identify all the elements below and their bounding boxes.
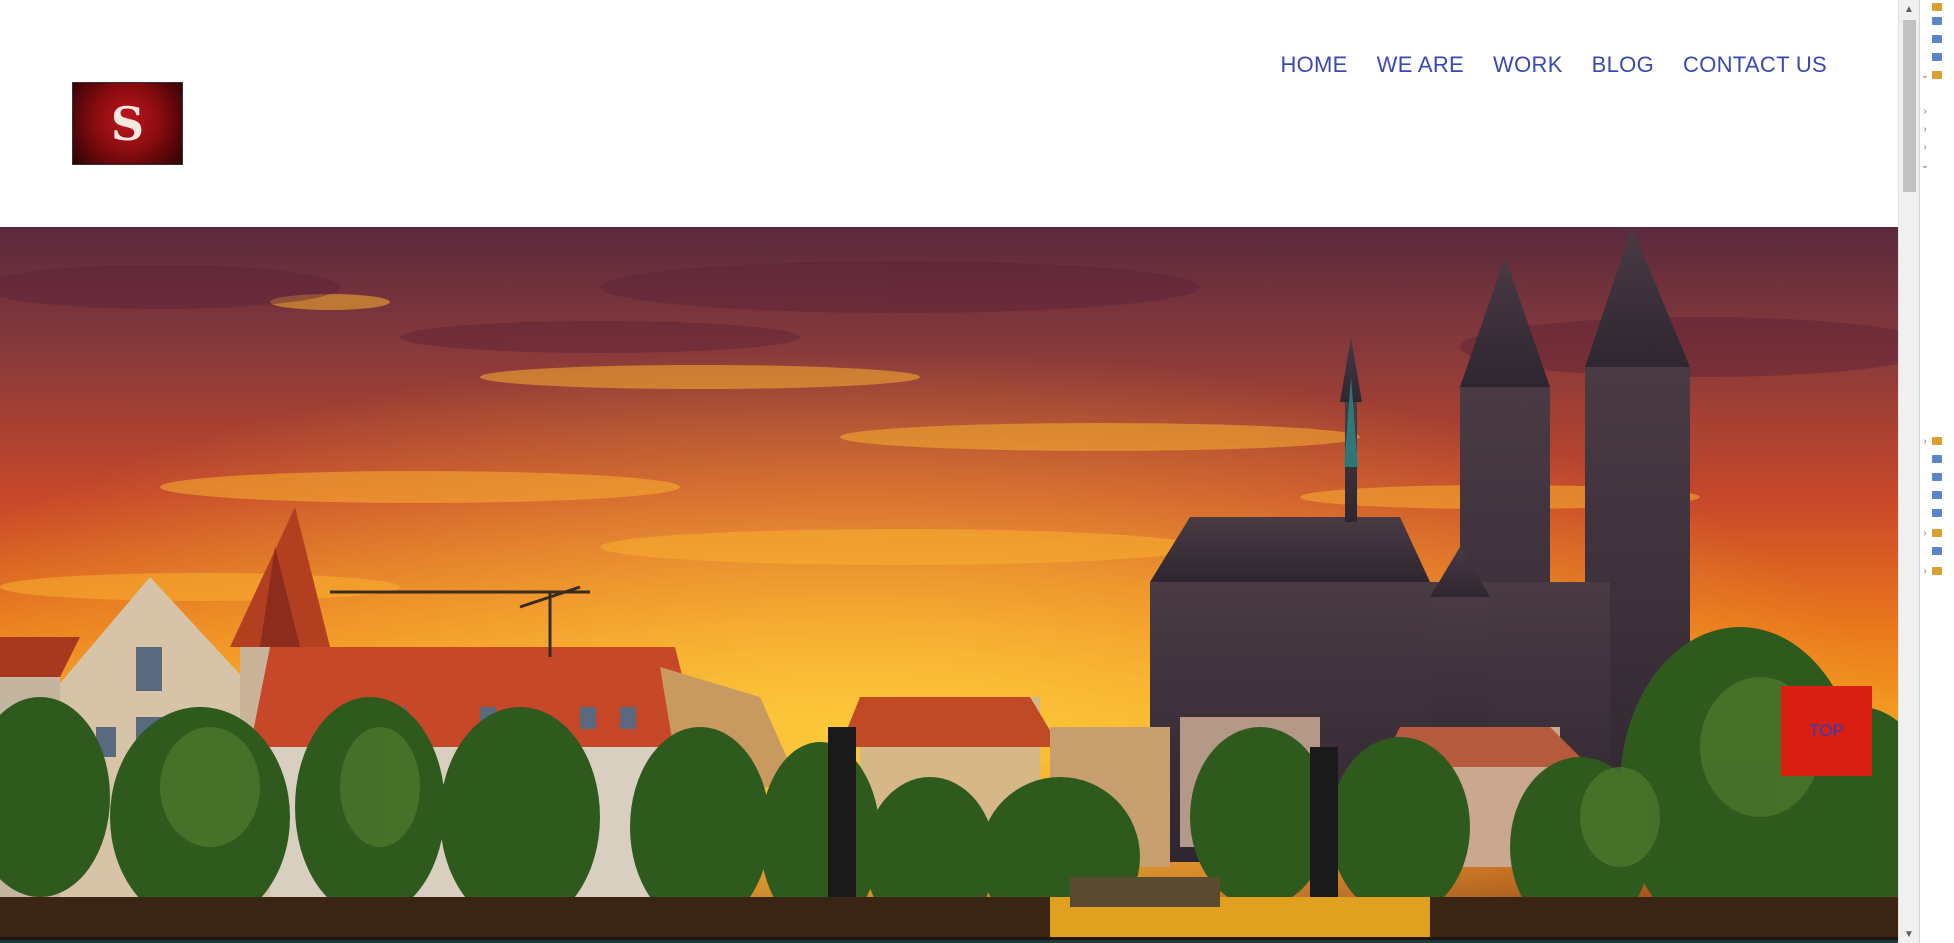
tree-row[interactable] [1920, 506, 1954, 520]
nav-home[interactable]: HOME [1280, 52, 1347, 78]
nav-we-are[interactable]: WE ARE [1377, 52, 1464, 78]
tree-row[interactable]: ⌄ [1920, 68, 1954, 82]
site-logo[interactable]: S [72, 82, 183, 165]
folder-icon [1932, 455, 1942, 463]
tree-row[interactable]: › [1920, 434, 1954, 448]
logo-letter: S [110, 96, 145, 151]
tree-row[interactable] [1920, 50, 1954, 64]
folder-icon [1932, 17, 1942, 25]
nav-work[interactable]: WORK [1493, 52, 1563, 78]
special-folder-icon [1932, 529, 1942, 537]
folder-icon [1932, 35, 1942, 43]
chevron-right-icon[interactable]: › [1920, 142, 1930, 153]
nav-blog[interactable]: BLOG [1592, 52, 1654, 78]
tree-row[interactable] [1920, 452, 1954, 466]
tree-row[interactable] [1920, 544, 1954, 558]
special-folder-icon [1932, 567, 1942, 575]
chevron-down-icon[interactable]: ⌄ [1920, 160, 1930, 171]
chevron-right-icon[interactable]: › [1920, 124, 1930, 135]
chevron-right-icon[interactable]: › [1920, 106, 1930, 117]
chevron-down-icon[interactable]: ⌄ [1920, 70, 1930, 81]
main-nav: HOME WE ARE WORK BLOG CONTACT US [1280, 52, 1827, 78]
scroll-down-arrow-icon[interactable]: ▼ [1899, 925, 1919, 943]
hero-image [0, 227, 1898, 943]
tree-row[interactable]: ⌄ [1920, 158, 1954, 172]
tree-row[interactable] [1920, 470, 1954, 484]
browser-viewport: S HOME WE ARE WORK BLOG CONTACT US TOP [0, 0, 1898, 943]
side-tree-panel: ⌄ › › › ⌄ › › › [1919, 0, 1954, 943]
tree-row[interactable]: › [1920, 564, 1954, 578]
tree-row[interactable] [1920, 14, 1954, 28]
tree-row[interactable] [1920, 32, 1954, 46]
tree-row[interactable]: › [1920, 526, 1954, 540]
scroll-up-arrow-icon[interactable]: ▲ [1899, 0, 1919, 18]
chevron-right-icon[interactable]: › [1920, 528, 1930, 539]
special-folder-icon [1932, 71, 1942, 79]
nav-contact-us[interactable]: CONTACT US [1683, 52, 1827, 78]
folder-icon [1932, 509, 1942, 517]
folder-icon [1932, 53, 1942, 61]
tree-row[interactable] [1920, 0, 1954, 14]
city-sunset-photo [0, 227, 1898, 943]
site-header: S HOME WE ARE WORK BLOG CONTACT US [0, 0, 1898, 227]
folder-icon [1932, 473, 1942, 481]
chevron-right-icon[interactable]: › [1920, 566, 1930, 577]
special-folder-icon [1932, 437, 1942, 445]
tree-row[interactable]: › [1920, 140, 1954, 154]
tree-row[interactable] [1920, 488, 1954, 502]
chevron-right-icon[interactable]: › [1920, 436, 1930, 447]
tree-row[interactable]: › [1920, 122, 1954, 136]
special-folder-icon [1932, 3, 1942, 11]
back-to-top-button[interactable]: TOP [1781, 686, 1872, 776]
vertical-scrollbar[interactable]: ▲ ▼ [1898, 0, 1919, 943]
scroll-thumb[interactable] [1903, 20, 1916, 192]
folder-icon [1932, 547, 1942, 555]
tree-row[interactable]: › [1920, 104, 1954, 118]
folder-icon [1932, 491, 1942, 499]
